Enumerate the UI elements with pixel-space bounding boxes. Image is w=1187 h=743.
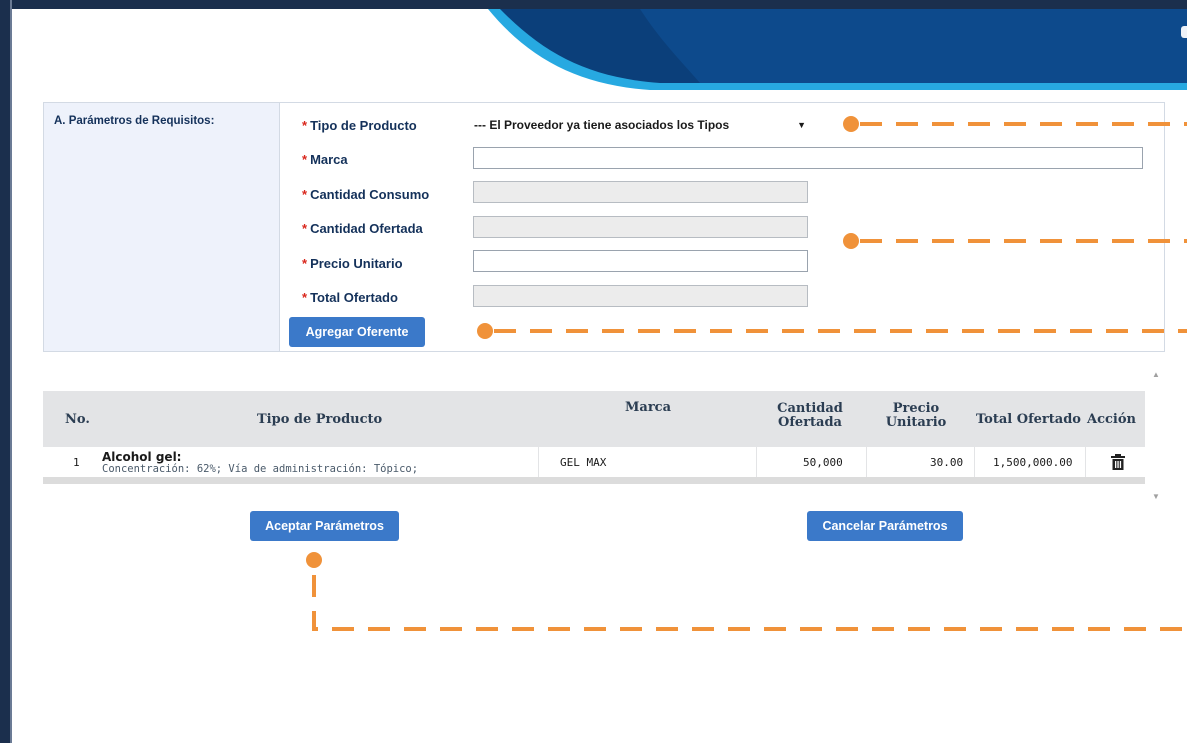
table-vertical-scrollbar[interactable]: ▲ ▼ xyxy=(1149,366,1163,511)
callout-dot-accept-button xyxy=(306,552,322,568)
table-row: 1 Alcohol gel: Concentración: 62%; Vía d… xyxy=(43,447,1145,477)
tipo-producto-label: * Tipo de Producto xyxy=(302,118,417,133)
header-logo-fragment xyxy=(1181,26,1187,38)
header-precio-unitario: Precio Unitario xyxy=(885,401,947,430)
row-total-ofertado: 1,500,000.00 xyxy=(993,456,1073,469)
add-bidder-button[interactable]: Agregar Oferente xyxy=(289,317,425,347)
row-product-detail: Concentración: 62%; Vía de administració… xyxy=(102,463,419,475)
marca-input[interactable] xyxy=(473,147,1143,169)
required-marker: * xyxy=(302,118,308,133)
row-product-name: Alcohol gel: xyxy=(102,450,182,464)
total-ofertado-label: * Total Ofertado xyxy=(302,290,398,305)
column-divider xyxy=(866,447,867,477)
row-marca: GEL MAX xyxy=(560,456,607,469)
table-header: No. Tipo de Producto Marca Cantidad Ofer… xyxy=(43,391,1145,447)
marca-label: * Marca xyxy=(302,152,348,167)
header-marca: Marca xyxy=(625,400,672,415)
requirements-panel: A. Parámetros de Requisitos: * Tipo de Pr… xyxy=(43,102,1165,352)
cantidad-ofertada-label: * Cantidad Ofertada xyxy=(302,221,423,236)
window-left-border xyxy=(0,0,10,743)
row-cantidad-ofertada: 50,000 xyxy=(803,456,843,469)
column-divider xyxy=(974,447,975,477)
row-no: 1 xyxy=(73,456,80,469)
cancel-parameters-button[interactable]: Cancelar Parámetros xyxy=(807,511,963,541)
header-no: No. xyxy=(65,412,90,427)
dropdown-caret-icon: ▼ xyxy=(797,120,806,130)
window-left-edge xyxy=(10,0,12,743)
trash-icon[interactable] xyxy=(1111,454,1125,470)
section-title: A. Parámetros de Requisitos: xyxy=(54,115,215,127)
header-cantidad-ofertada: Cantidad Ofertada xyxy=(777,401,843,430)
cantidad-consumo-input xyxy=(473,181,808,203)
tipo-producto-value: --- El Proveedor ya tiene asociados los … xyxy=(474,118,730,132)
header-total-ofertado: Total Ofertado xyxy=(976,412,1081,427)
table-horizontal-scrollbar[interactable] xyxy=(43,477,1145,484)
column-divider xyxy=(538,447,539,477)
column-divider xyxy=(1085,447,1086,477)
callout-line-accept-button xyxy=(312,575,1187,631)
tipo-producto-select[interactable]: --- El Proveedor ya tiene asociados los … xyxy=(472,114,812,136)
cantidad-ofertada-input xyxy=(473,216,808,238)
header-accion: Acción xyxy=(1087,412,1136,427)
accept-parameters-button[interactable]: Aceptar Parámetros xyxy=(250,511,399,541)
header-tipo-producto: Tipo de Producto xyxy=(257,412,383,427)
offers-table: No. Tipo de Producto Marca Cantidad Ofer… xyxy=(43,391,1145,488)
precio-unitario-input[interactable] xyxy=(473,250,808,272)
requirements-sidebar: A. Parámetros de Requisitos: xyxy=(44,103,280,351)
row-precio-unitario: 30.00 xyxy=(930,456,964,469)
precio-unitario-label: * Precio Unitario xyxy=(302,256,403,271)
header-banner xyxy=(488,9,1187,90)
total-ofertado-input xyxy=(473,285,808,307)
scroll-up-icon[interactable]: ▲ xyxy=(1149,370,1163,382)
scroll-down-icon[interactable]: ▼ xyxy=(1149,492,1163,504)
column-divider xyxy=(756,447,757,477)
cantidad-consumo-label: * Cantidad Consumo xyxy=(302,187,430,202)
